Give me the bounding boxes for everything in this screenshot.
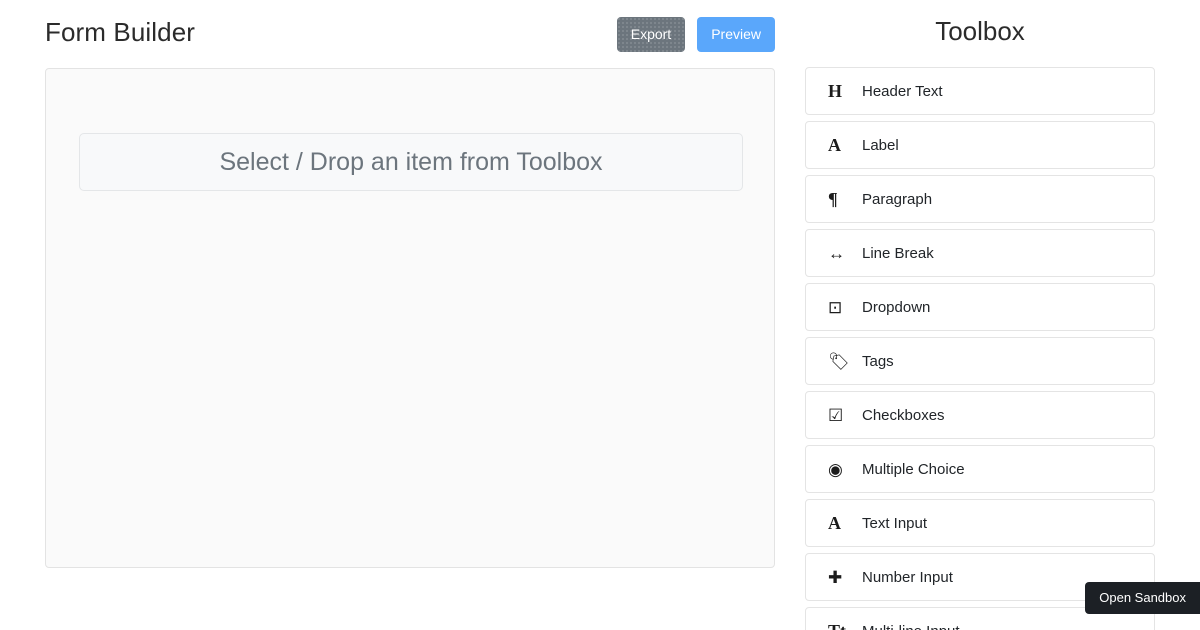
builder-column: Form Builder Export Preview Select / Dro… [45, 0, 775, 630]
toolbox-item-label: Header Text [862, 83, 943, 100]
toolbox-item[interactable]: 🏷Tags [805, 337, 1155, 385]
toolbox-item-label: Text Input [862, 515, 927, 532]
toolbox-item-label: Multi-line Input [862, 623, 960, 630]
label-a-icon: A [828, 136, 862, 154]
radio-dot-icon: ◉ [828, 461, 862, 478]
toolbox-list: HHeader TextALabel¶Paragraph↔Line Break⊡… [805, 67, 1155, 630]
preview-button[interactable]: Preview [697, 17, 775, 52]
toolbox-item-label: Dropdown [862, 299, 930, 316]
toolbox-item-label: Label [862, 137, 899, 154]
drop-zone[interactable]: Select / Drop an item from Toolbox [79, 133, 743, 191]
toolbox-item[interactable]: AText Input [805, 499, 1155, 547]
toolbox-column: Toolbox HHeader TextALabel¶Paragraph↔Lin… [805, 0, 1155, 630]
toolbox-item[interactable]: ☑Checkboxes [805, 391, 1155, 439]
toolbox-item[interactable]: ALabel [805, 121, 1155, 169]
builder-header: Form Builder Export Preview [45, 0, 775, 60]
toolbox-item[interactable]: ◉Multiple Choice [805, 445, 1155, 493]
toolbox-item-label: Tags [862, 353, 894, 370]
toolbox-item-label: Line Break [862, 245, 934, 262]
header-actions: Export Preview [617, 17, 775, 52]
form-canvas[interactable]: Select / Drop an item from Toolbox [45, 68, 775, 568]
toolbox-item[interactable]: ¶Paragraph [805, 175, 1155, 223]
export-button[interactable]: Export [617, 17, 685, 52]
toolbox-item[interactable]: HHeader Text [805, 67, 1155, 115]
dropdown-caret-icon: ⊡ [828, 299, 862, 316]
tags-icon: 🏷 [828, 353, 862, 370]
text-a-icon: A [828, 514, 862, 532]
plus-icon: ✚ [828, 569, 862, 586]
pilcrow-icon: ¶ [828, 190, 862, 208]
header-h-icon: H [828, 82, 862, 100]
form-builder-app: Form Builder Export Preview Select / Dro… [0, 0, 1200, 630]
page-title: Form Builder [45, 16, 195, 48]
left-right-arrow-icon: ↔ [828, 245, 862, 262]
toolbox-item-label: Number Input [862, 569, 953, 586]
open-sandbox-badge[interactable]: Open Sandbox [1085, 582, 1200, 614]
multiline-tt-icon: Tt [828, 622, 862, 630]
toolbox-item[interactable]: ↔Line Break [805, 229, 1155, 277]
toolbox-title: Toolbox [805, 0, 1155, 60]
toolbox-item-label: Paragraph [862, 191, 932, 208]
toolbox-item-label: Multiple Choice [862, 461, 965, 478]
checked-box-icon: ☑ [828, 407, 862, 424]
toolbox-item-label: Checkboxes [862, 407, 945, 424]
drop-zone-placeholder: Select / Drop an item from Toolbox [219, 148, 602, 177]
toolbox-item[interactable]: ⊡Dropdown [805, 283, 1155, 331]
